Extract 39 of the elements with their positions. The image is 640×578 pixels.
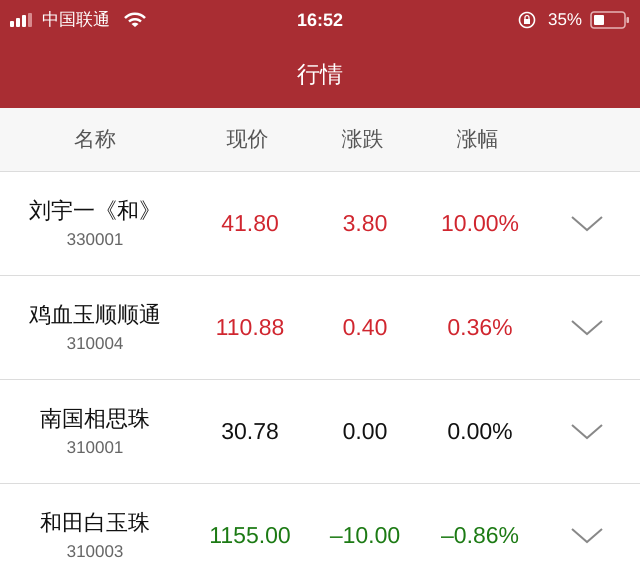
battery-percent: 35% — [548, 9, 582, 32]
percent-cell-text: 0.36% — [446, 313, 514, 342]
chevron-down-icon[interactable] — [570, 214, 604, 232]
item-name: 鸡血玉顺顺通 — [29, 301, 161, 330]
column-header: 涨跌 — [340, 126, 384, 153]
item-name: 南国相思珠 — [40, 405, 150, 434]
price-cell-text: 41.80 — [220, 209, 280, 238]
price-cell-text: 30.78 — [220, 417, 280, 446]
price-cell-text: 110.88 — [214, 313, 286, 342]
column-header: 现价 — [226, 126, 270, 153]
page-title: 行情 — [297, 60, 343, 89]
item-code: 310004 — [66, 333, 124, 356]
quote-row[interactable]: 和田白玉珠 310003 1155.00 –10.00 –0.86% — [0, 484, 640, 578]
item-code: 310003 — [66, 541, 124, 564]
change-cell-text: –10.00 — [328, 521, 402, 550]
column-header: 名称 — [73, 126, 117, 153]
percent-cell-text: –0.86% — [440, 521, 520, 550]
quote-row[interactable]: 鸡血玉顺顺通 310004 110.88 0.40 0.36% — [0, 276, 640, 380]
item-code: 310001 — [66, 437, 124, 460]
quote-row[interactable]: 南国相思珠 310001 30.78 0.00 0.00% — [0, 380, 640, 484]
item-name: 刘宇一《和》 — [29, 197, 161, 226]
change-cell-text: 3.80 — [342, 209, 388, 238]
quote-row[interactable]: 刘宇一《和》 330001 41.80 3.80 10.00% — [0, 172, 640, 276]
percent-cell-text: 0.00% — [446, 417, 514, 446]
percent-cell-text: 10.00% — [440, 209, 520, 238]
chevron-down-icon[interactable] — [570, 526, 604, 544]
price-cell-text: 1155.00 — [208, 521, 292, 550]
clock-time: 16:52 — [296, 8, 344, 32]
change-cell-text: 0.40 — [342, 313, 388, 342]
item-code: 330001 — [66, 229, 124, 252]
carrier-name: 中国联通 — [42, 9, 110, 32]
change-cell-text: 0.00 — [342, 417, 388, 446]
rotation-lock-icon — [518, 11, 536, 29]
item-name: 和田白玉珠 — [40, 509, 150, 538]
wifi-icon — [124, 12, 146, 28]
chevron-down-icon[interactable] — [570, 318, 604, 336]
chevron-down-icon[interactable] — [570, 422, 604, 440]
column-header: 涨幅 — [456, 126, 500, 153]
battery-icon — [590, 11, 630, 29]
